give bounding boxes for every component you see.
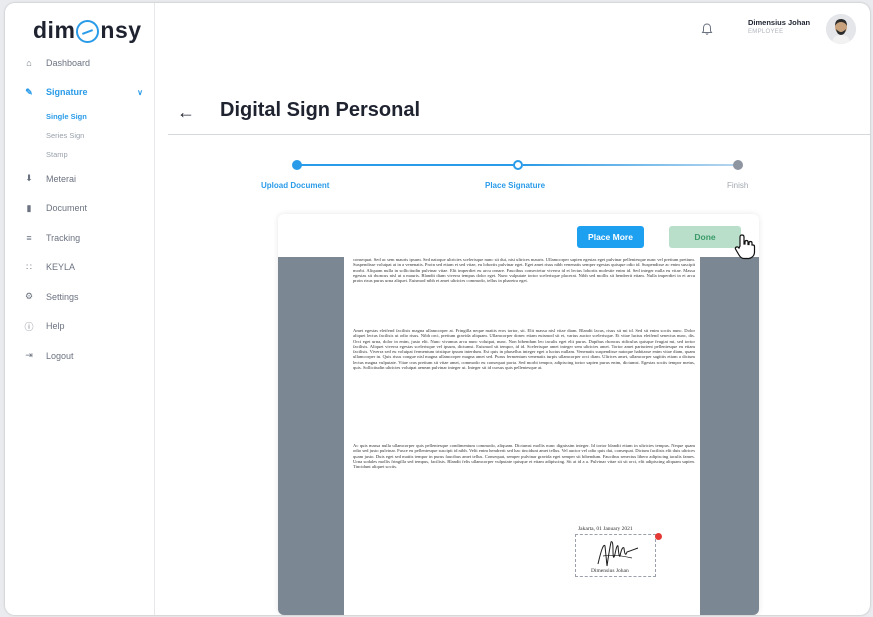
sidebar-item-dashboard[interactable]: ⌂ Dashboard [5,48,155,78]
page-title: Digital Sign Personal [220,99,421,121]
step-place-dot [513,160,523,170]
sidebar-item-label: Help [46,321,65,332]
chevron-down-icon: ∨ [137,87,143,97]
sidebar-item-label: Settings [46,291,79,302]
logo-e-icon [76,20,100,43]
gear-icon: ⚙ [24,291,34,302]
sidebar-item-signature[interactable]: ✎ Signature ∨ [5,78,155,108]
sidebar-item-label: Dashboard [46,57,91,68]
signature-icon: ✎ [25,86,33,97]
document-paragraph: Amet egestas eleifend facilisis magna ul… [353,328,695,371]
stepper-line-pending [523,164,738,166]
document-paragraph: consequat. Sed ac sem mauris ipsum. Sed … [353,257,695,284]
step-upload-label: Upload Document [261,181,330,190]
sidebar-item-keyla[interactable]: ∷ KEYLA [5,253,155,283]
logo[interactable]: dim nsy [33,17,142,44]
bell-icon[interactable] [700,22,714,36]
avatar-image [826,14,856,44]
place-more-button[interactable]: Place More [577,226,644,248]
done-button[interactable]: Done [669,226,741,248]
sidebar-subitem-single-sign[interactable]: Single Sign [5,107,155,126]
stepper-line-complete [293,164,518,166]
logo-text-left: dim [33,17,76,43]
sidebar-item-label: Signature [46,87,88,98]
app-window: dim nsy ⌂ Dashboard ✎ Signature ∨ Single … [5,3,870,615]
sidebar-item-label: Logout [46,350,74,361]
avatar[interactable] [826,14,856,44]
hand-cursor-icon [734,234,756,260]
document-card: Place More Done consequat. Sed ac sem ma… [278,214,759,615]
document-icon: ▮ [26,202,32,213]
title-divider [168,134,870,135]
step-finish-dot [733,160,743,170]
document-paragraph: Ac quis massa nulla ullamcorper quis pel… [353,443,695,470]
logo-text-right: nsy [100,17,142,43]
signer-name: Dimensius Johan [591,568,629,574]
back-arrow-icon[interactable]: ← [177,102,195,123]
user-name[interactable]: Dimensius Johan [748,18,810,27]
logout-icon: ⇥ [25,350,33,361]
sidebar-item-tracking[interactable]: ≡ Tracking [5,223,155,253]
step-upload-dot [292,160,302,170]
sidebar-item-document[interactable]: ▮ Document [5,194,155,224]
list-icon: ≡ [26,232,32,243]
step-finish-label: Finish [727,181,749,190]
sidebar-item-settings[interactable]: ⚙ Settings [5,282,155,312]
grid-icon: ∷ [26,261,32,272]
sidebar-item-label: Tracking [46,232,81,243]
user-role: EMPLOYEE [748,29,784,35]
sidebar-subitem-stamp[interactable]: Stamp [5,145,155,164]
remove-signature-icon[interactable] [655,533,662,540]
sidebar-item-label: Document [46,203,88,214]
sidebar-item-logout[interactable]: ⇥ Logout [5,341,155,371]
sidebar-item-meterai[interactable]: ⬇ Meterai [5,164,155,194]
sign-date: Jakarta, 01 January 2021 [578,526,633,532]
sidebar: dim nsy ⌂ Dashboard ✎ Signature ∨ Single … [5,3,155,615]
home-icon: ⌂ [26,57,32,68]
sidebar-item-label: KEYLA [46,262,76,273]
signature-image[interactable] [594,536,640,570]
stamp-icon: ⬇ [25,173,33,184]
sidebar-item-label: Meterai [46,173,77,184]
help-icon: ⓘ [24,321,34,332]
step-place-label: Place Signature [485,181,546,190]
sidebar-item-help[interactable]: ⓘ Help [5,312,155,342]
sidebar-nav: ⌂ Dashboard ✎ Signature ∨ Single Sign Se… [5,48,155,371]
sidebar-subitem-series-sign[interactable]: Series Sign [5,126,155,145]
